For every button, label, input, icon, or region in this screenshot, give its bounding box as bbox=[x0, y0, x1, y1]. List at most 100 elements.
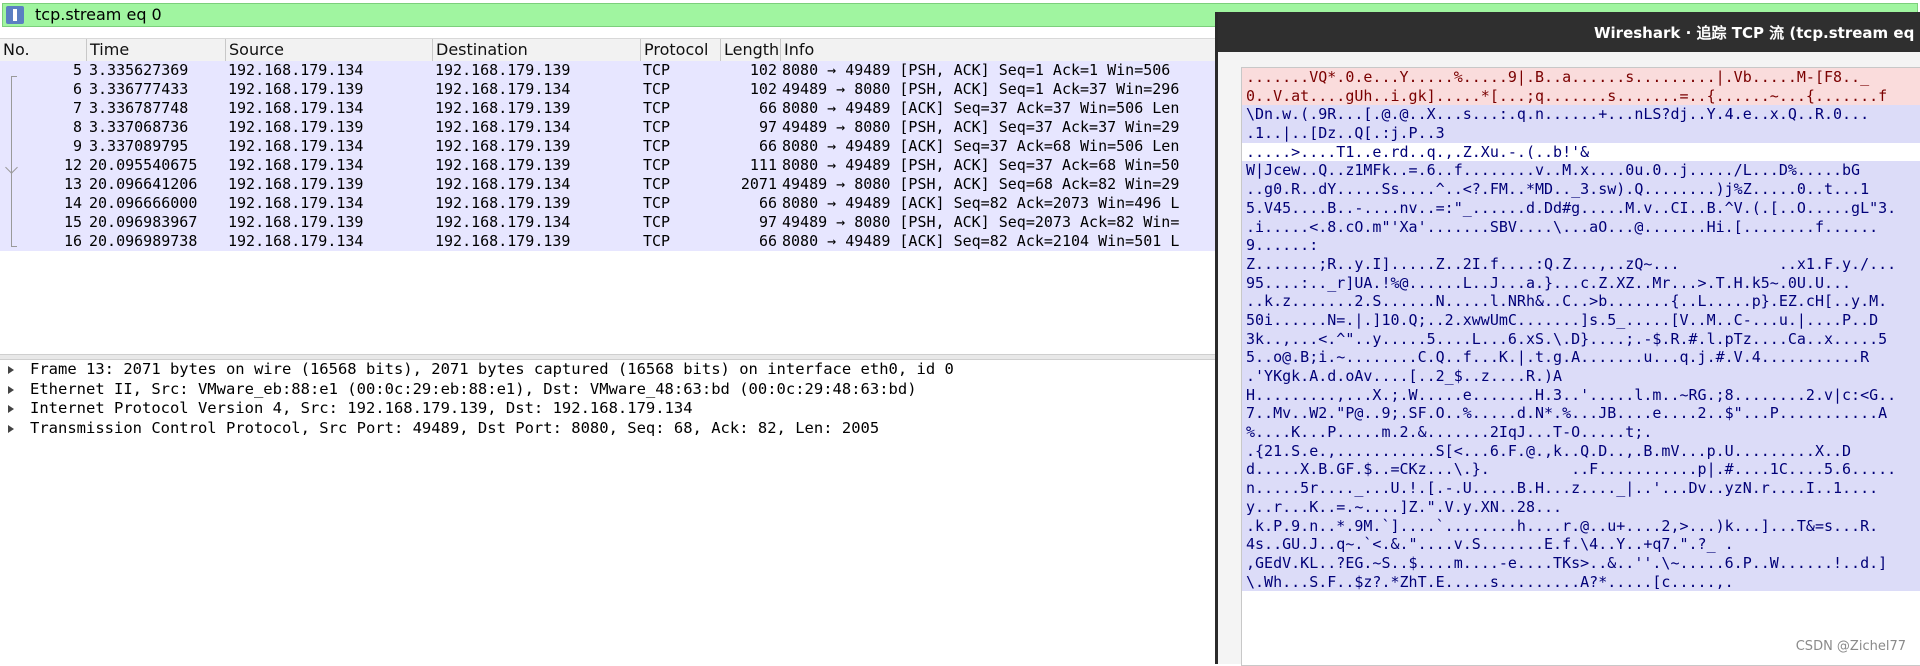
packet-no: 6 bbox=[72, 80, 82, 98]
detail-tree-item[interactable]: Ethernet II, Src: VMware_eb:88:e1 (00:0c… bbox=[0, 380, 1220, 400]
packet-protocol: TCP bbox=[643, 80, 671, 98]
packet-row[interactable]: 15 20.096983967 192.168.179.139 192.168.179… bbox=[0, 213, 1220, 232]
packet-row[interactable]: 12 20.095540675 192.168.179.134 192.168.179… bbox=[0, 156, 1220, 175]
stream-line: 3k..,...<.^"..y.....5....L...6.xS.\.D}..… bbox=[1242, 329, 1920, 349]
expand-arrow-icon[interactable] bbox=[8, 405, 14, 413]
packet-time: 3.337089795 bbox=[89, 137, 189, 155]
packet-no: 15 bbox=[63, 213, 82, 231]
packet-protocol: TCP bbox=[643, 61, 671, 79]
packet-source: 192.168.179.139 bbox=[228, 118, 364, 136]
column-header-info[interactable]: Info bbox=[781, 39, 1220, 61]
conversation-bracket-end bbox=[11, 246, 17, 247]
stream-line: n.....5r...._...U.!.[.-.U.....B.H...z...… bbox=[1242, 479, 1920, 498]
packet-destination: 192.168.179.139 bbox=[435, 194, 571, 212]
packet-time: 20.095540675 bbox=[89, 156, 198, 174]
packet-time: 3.336777433 bbox=[89, 80, 189, 98]
packet-destination: 192.168.179.139 bbox=[435, 232, 571, 250]
stream-line: 5.V45....B..-....nv..=:"_......d.Dd#g...… bbox=[1242, 198, 1920, 218]
packet-source: 192.168.179.134 bbox=[228, 156, 364, 174]
packet-destination: 192.168.179.139 bbox=[435, 156, 571, 174]
packet-source: 192.168.179.134 bbox=[228, 61, 364, 79]
stream-line: %....K...P.....m.2.&.......2IqJ...T-O...… bbox=[1242, 423, 1920, 442]
packet-row[interactable]: 13 20.096641206 192.168.179.139 192.168.179… bbox=[0, 175, 1220, 194]
stream-line: .{21.S.e.,...........S[<...6.F.@.,k..Q.D… bbox=[1242, 441, 1920, 461]
packet-time: 20.096989738 bbox=[89, 232, 198, 250]
stream-line: .i.....<.8.cO.m"'Xa'.......SBV....\...aO… bbox=[1242, 217, 1920, 237]
packet-row[interactable]: 7 3.336787748 192.168.179.134 192.168.179.1… bbox=[0, 99, 1220, 118]
detail-tree-item[interactable]: Transmission Control Protocol, Src Port:… bbox=[0, 419, 1220, 439]
stream-line: 5..o@.B;i.~........C.Q..f...K.|.t.g.A...… bbox=[1242, 348, 1920, 367]
stream-line: H.........,...X.;.W.....e.......H.3..'..… bbox=[1242, 385, 1920, 405]
column-header-source[interactable]: Source bbox=[226, 39, 433, 61]
packet-source: 192.168.179.139 bbox=[228, 175, 364, 193]
packet-no: 14 bbox=[63, 194, 82, 212]
stream-content[interactable]: .......VQ*.0.e...Y.....%.....9|.B..a....… bbox=[1241, 67, 1920, 666]
detail-tree-item[interactable]: Frame 13: 2071 bytes on wire (16568 bits… bbox=[0, 360, 1220, 380]
packet-protocol: TCP bbox=[643, 118, 671, 136]
packet-row[interactable]: 9 3.337089795 192.168.179.134 192.168.179.1… bbox=[0, 137, 1220, 156]
detail-tree-item[interactable]: Internet Protocol Version 4, Src: 192.16… bbox=[0, 399, 1220, 419]
column-header-no[interactable]: No. bbox=[0, 39, 87, 61]
packet-destination: 192.168.179.134 bbox=[435, 175, 571, 193]
stream-line: .'YKgk.A.d.oAv....[..2_$..z....R.)A bbox=[1242, 367, 1920, 386]
column-header-protocol[interactable]: Protocol bbox=[641, 39, 721, 61]
column-header-time[interactable]: Time bbox=[87, 39, 226, 61]
packet-protocol: TCP bbox=[643, 213, 671, 231]
packet-row[interactable]: 8 3.337068736 192.168.179.139 192.168.179.1… bbox=[0, 118, 1220, 137]
packet-list: 5 3.335627369 192.168.179.134 192.168.179.1… bbox=[0, 61, 1220, 251]
packet-row[interactable]: 5 3.335627369 192.168.179.134 192.168.179.1… bbox=[0, 61, 1220, 80]
packet-no: 7 bbox=[72, 99, 82, 117]
packet-source: 192.168.179.134 bbox=[228, 99, 364, 117]
expand-arrow-icon[interactable] bbox=[8, 424, 14, 433]
expand-arrow-icon[interactable] bbox=[8, 385, 14, 394]
packet-source: 192.168.179.139 bbox=[228, 213, 364, 231]
stream-line: y..r...K..=.~....]Z.".V.y.XN..28... bbox=[1242, 497, 1920, 517]
column-header-length[interactable]: Length bbox=[721, 39, 781, 61]
packet-length: 97 bbox=[758, 213, 777, 231]
packet-no: 16 bbox=[63, 232, 82, 250]
packet-length: 66 bbox=[758, 194, 777, 212]
packet-length: 111 bbox=[749, 156, 777, 174]
window-title: Wireshark · 追踪 TCP 流 (tcp.stream eq 0) ·… bbox=[1594, 24, 1920, 42]
packet-length: 102 bbox=[749, 61, 777, 79]
stream-line: 50i......N=.|.]10.Q;..2.xwwUmC.......]s.… bbox=[1242, 310, 1920, 330]
window-titlebar[interactable]: Wireshark · 追踪 TCP 流 (tcp.stream eq 0) ·… bbox=[1218, 12, 1920, 52]
packet-protocol: TCP bbox=[643, 156, 671, 174]
expand-arrow-icon[interactable] bbox=[8, 366, 14, 374]
stream-line: \.Wh...S.F..$z?.*ZhT.E.....s.........A?*… bbox=[1242, 572, 1920, 592]
column-header-destination[interactable]: Destination bbox=[433, 39, 641, 61]
packet-length: 66 bbox=[758, 137, 777, 155]
packet-row[interactable]: 6 3.336777433 192.168.179.139 192.168.179.1… bbox=[0, 80, 1220, 99]
packet-protocol: TCP bbox=[643, 175, 671, 193]
packet-protocol: TCP bbox=[643, 194, 671, 212]
packet-info: 8080 → 49489 [PSH, ACK] Seq=37 Ack=68 Wi… bbox=[782, 156, 1180, 174]
packet-destination: 192.168.179.139 bbox=[435, 99, 571, 117]
stream-line: ,GEdV.KL..?EG.~S..$....m....-e....TKs>..… bbox=[1242, 553, 1920, 573]
packet-row[interactable]: 14 20.096666000 192.168.179.134 192.168.179… bbox=[0, 194, 1220, 213]
packet-time: 3.335627369 bbox=[89, 61, 189, 79]
packet-row[interactable]: 16 20.096989738 192.168.179.134 192.168.179… bbox=[0, 232, 1220, 251]
packet-info: 8080 → 49489 [ACK] Seq=82 Ack=2073 Win=4… bbox=[782, 194, 1180, 212]
packet-length: 2071 bbox=[740, 175, 777, 193]
packet-info: 49489 → 8080 [PSH, ACK] Seq=37 Ack=37 Wi… bbox=[782, 118, 1180, 136]
packet-time: 20.096641206 bbox=[89, 175, 198, 193]
packet-destination: 192.168.179.139 bbox=[435, 61, 571, 79]
packet-info: 8080 → 49489 [ACK] Seq=37 Ack=68 Win=506… bbox=[782, 137, 1180, 155]
packet-time: 3.336787748 bbox=[89, 99, 189, 117]
stream-line: .......VQ*.0.e...Y.....%.....9|.B..a....… bbox=[1242, 68, 1920, 87]
stream-line: 9......: bbox=[1242, 236, 1920, 255]
packet-time: 3.337068736 bbox=[89, 118, 189, 136]
packet-length: 97 bbox=[758, 118, 777, 136]
packet-no: 12 bbox=[63, 156, 82, 174]
packet-source: 192.168.179.134 bbox=[228, 232, 364, 250]
bookmark-icon[interactable] bbox=[6, 6, 24, 24]
detail-text: Frame 13: 2071 bytes on wire (16568 bits… bbox=[30, 360, 954, 378]
packet-info: 49489 → 8080 [PSH, ACK] Seq=2073 Ack=82 … bbox=[782, 213, 1180, 231]
packet-no: 9 bbox=[72, 137, 82, 155]
packet-no: 5 bbox=[72, 61, 82, 79]
stream-line: 4s..GU.J..q~.`<.&."....v.S.......E.f.\4.… bbox=[1242, 535, 1920, 554]
stream-line: ..g0.R..dY.....Ss....^..<?.FM..*MD.._3.s… bbox=[1242, 180, 1920, 199]
watermark: CSDN @Zichel77 bbox=[1795, 639, 1906, 654]
packet-info: 8080 → 49489 [ACK] Seq=37 Ack=37 Win=506… bbox=[782, 99, 1180, 117]
detail-text: Transmission Control Protocol, Src Port:… bbox=[30, 418, 880, 437]
